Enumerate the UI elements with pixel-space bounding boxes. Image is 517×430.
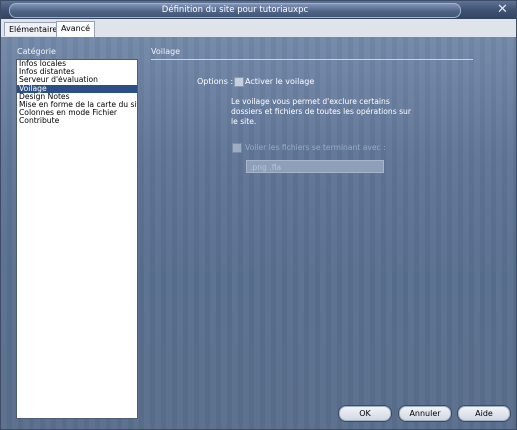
category-item-carte-du-site[interactable]: Mise en forme de la carte du site (17, 101, 137, 109)
title-bar[interactable]: Définition du site pour tutoriauxpc ✕ (1, 1, 516, 19)
activate-voilage-label[interactable]: Activer le voilage (245, 77, 314, 86)
tab-elementaire[interactable]: Elémentaire (4, 22, 63, 36)
category-item-infos-distantes[interactable]: Infos distantes (17, 68, 137, 76)
category-item-design-notes[interactable]: Design Notes (17, 93, 137, 101)
mask-files-checkbox[interactable] (232, 143, 242, 153)
dialog-content: Catégorie Infos locales Infos distantes … (1, 37, 516, 429)
tab-avance[interactable]: Avancé (56, 21, 96, 37)
mask-files-label: Voiler les fichiers se terminant avec : (245, 143, 386, 152)
tab-strip: Elémentaire Avancé (1, 19, 516, 37)
close-icon[interactable]: ✕ (495, 2, 510, 17)
category-list[interactable]: Infos locales Infos distantes Serveur d'… (16, 59, 138, 419)
help-button[interactable]: Aide (457, 405, 511, 422)
category-item-contribute[interactable]: Contribute (17, 117, 137, 125)
category-item-voilage[interactable]: Voilage (17, 84, 137, 93)
ok-button[interactable]: OK (338, 405, 392, 422)
title-pill: Définition du site pour tutoriauxpc (9, 3, 461, 18)
site-definition-dialog: Définition du site pour tutoriauxpc ✕ El… (0, 0, 517, 430)
category-item-infos-locales[interactable]: Infos locales (17, 60, 137, 68)
voilage-description: Le voilage vous permet d'exclure certain… (231, 97, 411, 126)
mask-extensions-input[interactable]: .png .fla (246, 160, 384, 173)
activate-voilage-checkbox[interactable] (234, 77, 244, 87)
category-label: Catégorie (17, 47, 56, 56)
section-title: Voilage (151, 47, 181, 56)
cancel-button[interactable]: Annuler (398, 405, 452, 422)
section-divider (151, 59, 473, 60)
category-item-serveur-evaluation[interactable]: Serveur d'évaluation (17, 76, 137, 84)
options-label: Options : (197, 77, 234, 86)
window-title: Définition du site pour tutoriauxpc (161, 5, 309, 15)
category-item-colonnes-fichier[interactable]: Colonnes en mode Fichier (17, 109, 137, 117)
